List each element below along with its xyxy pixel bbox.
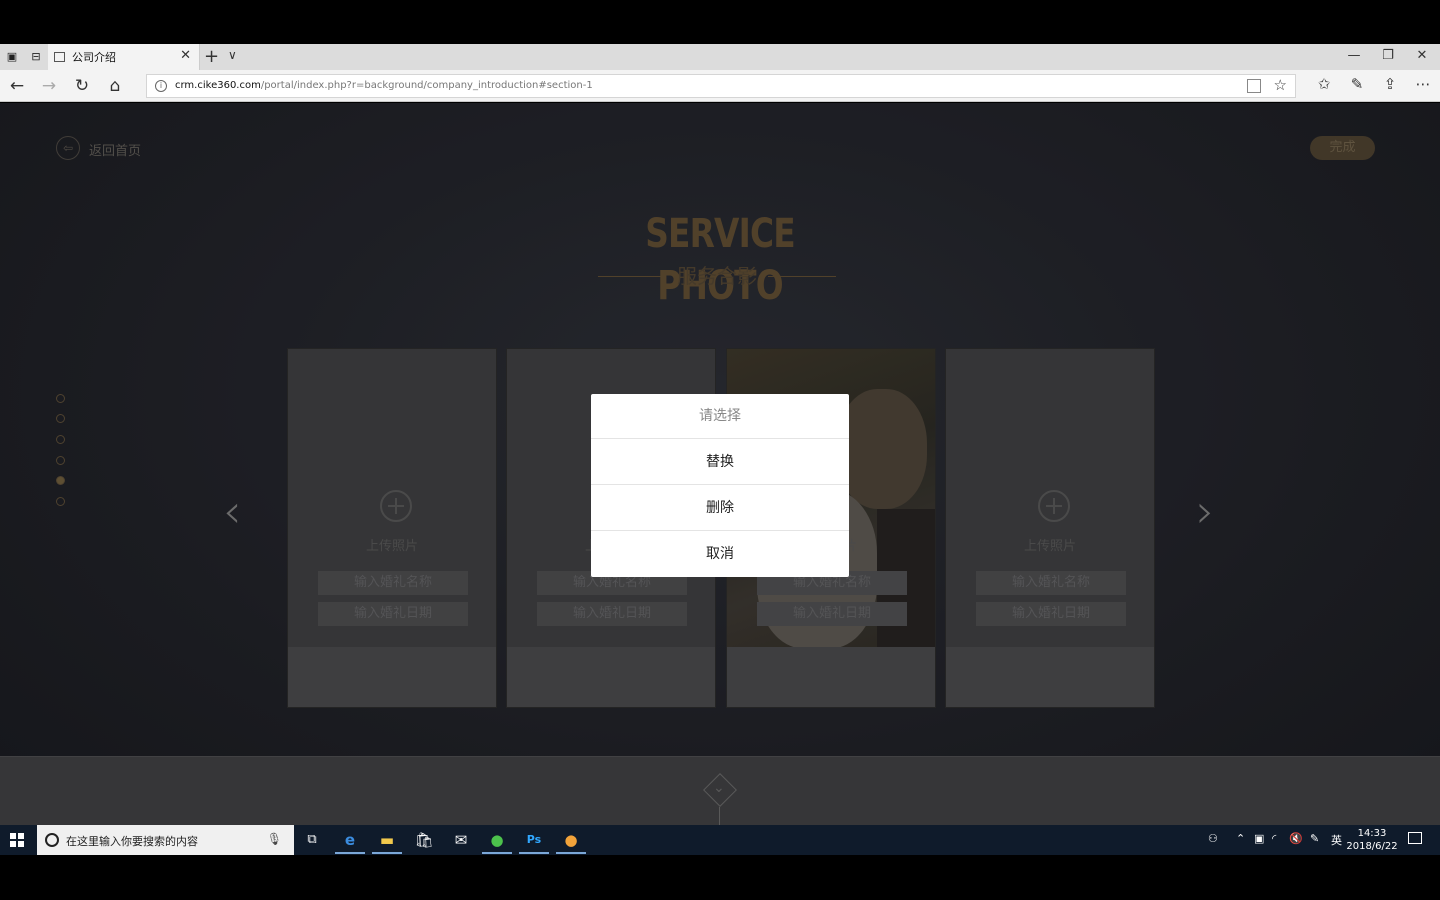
microphone-icon[interactable]: 🎙	[267, 832, 282, 846]
store-icon[interactable]: 🛍	[409, 828, 439, 854]
action-center-icon[interactable]	[1408, 832, 1422, 844]
info-icon[interactable]: i	[155, 80, 167, 92]
tab-actions-icon[interactable]: ▣	[4, 49, 20, 65]
page-content: ⇦ 返回首页 完成 SERVICE PHOTO 服务合影 ‹ › 上传照片 输入…	[0, 103, 1440, 825]
cancel-option[interactable]: 取消	[591, 531, 849, 577]
show-hidden-icons-chevron-icon[interactable]: ⌃	[1236, 832, 1245, 845]
taskbar-search[interactable]: 在这里输入你要搜索的内容 🎙	[37, 825, 294, 855]
restore-button[interactable]: ❐	[1378, 48, 1398, 63]
windows-taskbar: 在这里输入你要搜索的内容 🎙 ⧉ e ▬ 🛍 ✉ ● Ps ● ⚇ ⌃ ▣ ◜ …	[0, 825, 1440, 855]
replace-option[interactable]: 替换	[591, 439, 849, 485]
system-clock[interactable]: 14:33 2018/6/22	[1345, 827, 1399, 853]
mail-icon[interactable]: ✉	[446, 828, 476, 854]
browser-tab-bar: ▣ ⊟ 公司介绍 ✕ + ∨ — ❐ ✕	[0, 44, 1440, 70]
people-icon[interactable]: ⚇	[1208, 832, 1218, 845]
wechat-icon[interactable]: ●	[482, 828, 512, 854]
tray-app-icon[interactable]: ▣	[1254, 832, 1264, 845]
volume-muted-icon[interactable]: 🔇	[1289, 832, 1303, 845]
modal-title: 请选择	[591, 394, 849, 439]
tab-close-icon[interactable]: ✕	[180, 48, 191, 63]
action-sheet-modal: 请选择 替换 删除 取消	[591, 394, 849, 577]
set-aside-tabs-icon[interactable]: ⊟	[28, 49, 44, 65]
web-note-icon[interactable]: ✎	[1346, 75, 1368, 93]
app-icon[interactable]: ●	[556, 828, 586, 854]
ime-indicator[interactable]: 英	[1331, 832, 1342, 848]
back-arrow-icon[interactable]: ←	[6, 75, 28, 97]
edge-browser-icon[interactable]: e	[335, 828, 365, 854]
pen-icon[interactable]: ✎	[1310, 832, 1319, 845]
url-host: crm.cike360.com	[175, 80, 261, 91]
url-text: crm.cike360.com/portal/index.php?r=backg…	[175, 80, 593, 91]
search-placeholder: 在这里输入你要搜索的内容	[66, 835, 198, 848]
delete-option[interactable]: 删除	[591, 485, 849, 531]
clock-date: 2018/6/22	[1346, 841, 1398, 852]
home-icon[interactable]: ⌂	[104, 75, 126, 97]
favorite-star-icon[interactable]: ☆	[1274, 76, 1287, 94]
photoshop-icon[interactable]: Ps	[519, 828, 549, 854]
new-tab-button[interactable]: +	[204, 46, 219, 67]
page-icon	[54, 52, 65, 62]
network-icon[interactable]: ◜	[1272, 832, 1276, 845]
browser-nav-bar: ← → ↻ ⌂ i crm.cike360.com/portal/index.p…	[0, 70, 1440, 102]
screen: ▣ ⊟ 公司介绍 ✕ + ∨ — ❐ ✕ ← → ↻ ⌂ i crm.cike3…	[0, 0, 1440, 900]
tab-list-chevron-icon[interactable]: ∨	[228, 48, 237, 62]
task-view-icon[interactable]: ⧉	[297, 828, 327, 854]
forward-arrow-icon[interactable]: →	[38, 75, 60, 97]
more-menu-icon[interactable]: ⋯	[1412, 75, 1434, 93]
clock-time: 14:33	[1357, 828, 1387, 839]
tab-active[interactable]: 公司介绍 ✕	[48, 44, 200, 70]
cortana-icon	[45, 833, 59, 847]
address-bar[interactable]: i crm.cike360.com/portal/index.php?r=bac…	[146, 74, 1296, 98]
minimize-button[interactable]: —	[1344, 48, 1364, 63]
url-path: /portal/index.php?r=background/company_i…	[260, 80, 593, 91]
close-button[interactable]: ✕	[1412, 48, 1432, 63]
file-explorer-icon[interactable]: ▬	[372, 828, 402, 854]
tab-title: 公司介绍	[72, 51, 116, 64]
favorites-icon[interactable]: ✩	[1313, 75, 1335, 93]
refresh-icon[interactable]: ↻	[71, 75, 93, 97]
reading-view-icon[interactable]	[1247, 79, 1261, 93]
share-icon[interactable]: ⇪	[1379, 75, 1401, 93]
windows-start-icon[interactable]	[10, 833, 24, 847]
